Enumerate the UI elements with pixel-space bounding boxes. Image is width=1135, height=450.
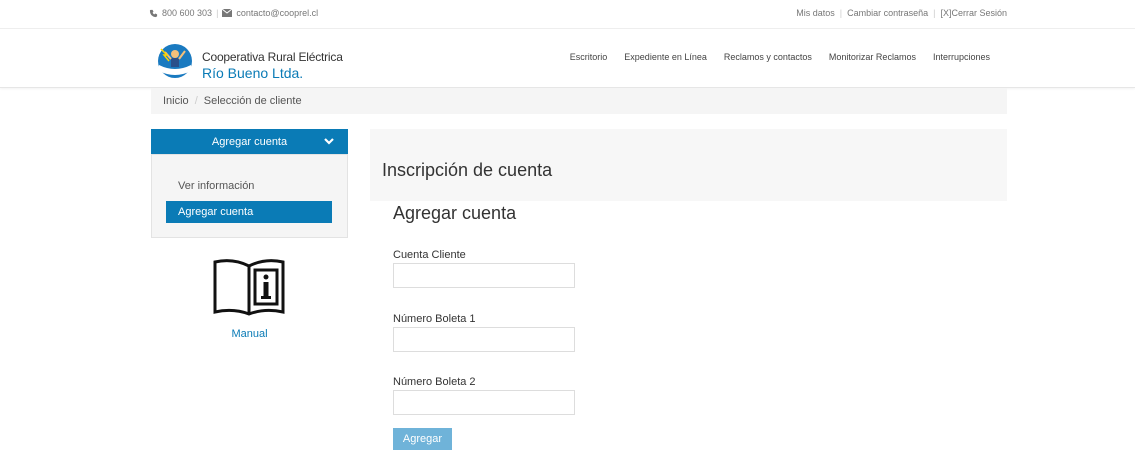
nav-reclamos-contactos[interactable]: Reclamos y contactos	[724, 52, 812, 62]
nav-expediente[interactable]: Expediente en Línea	[624, 52, 707, 62]
sidebar-item-agregar-cuenta[interactable]: Agregar cuenta	[166, 201, 332, 223]
envelope-icon	[222, 9, 233, 17]
nav-monitorizar-reclamos[interactable]: Monitorizar Reclamos	[829, 52, 916, 62]
main-nav: Escritorio Expediente en Línea Reclamos …	[570, 52, 990, 62]
breadcrumb-home[interactable]: Inicio	[163, 95, 189, 107]
book-info-icon[interactable]	[209, 256, 289, 320]
form-title: Agregar cuenta	[393, 203, 517, 223]
logout-link[interactable]: [X]Cerrar Sesión	[940, 8, 1007, 18]
sidebar-item-ver-informacion[interactable]: Ver información	[166, 175, 332, 197]
section-panel: Inscripción de cuenta	[370, 129, 1007, 201]
sidebar-menu: Ver información Agregar cuenta	[151, 154, 348, 238]
nav-interrupciones[interactable]: Interrupciones	[933, 52, 990, 62]
phone-number: 800 600 303	[162, 8, 213, 18]
brand-line-2: Río Bueno Ltda.	[202, 65, 304, 81]
breadcrumb-current: Selección de cliente	[203, 95, 302, 107]
numero-boleta-1-input[interactable]	[393, 327, 575, 352]
header: Cooperativa Rural Eléctrica Río Bueno Lt…	[0, 29, 1135, 88]
numero-boleta-2-label: Número Boleta 2	[393, 376, 476, 388]
change-password-link[interactable]: Cambiar contraseña	[847, 8, 928, 18]
numero-boleta-1-label: Número Boleta 1	[393, 313, 476, 325]
my-data-link[interactable]: Mis datos	[796, 8, 835, 18]
manual-link[interactable]: Manual	[151, 328, 348, 340]
cuenta-cliente-input[interactable]	[393, 263, 575, 288]
sidebar-header-label: Agregar cuenta	[211, 135, 288, 148]
breadcrumb: Inicio / Selección de cliente	[151, 88, 1007, 114]
cuenta-cliente-label: Cuenta Cliente	[393, 249, 466, 261]
brand: Cooperativa Rural Eléctrica Río Bueno Lt…	[202, 50, 343, 81]
chevron-down-icon	[324, 138, 334, 145]
sidebar-header[interactable]: Agregar cuenta	[151, 129, 348, 154]
numero-boleta-2-input[interactable]	[393, 390, 575, 415]
account-links: Mis datos | Cambiar contraseña | [X]Cerr…	[796, 8, 1007, 18]
contact-info: 800 600 303 | contacto@cooprel.cl	[149, 8, 318, 18]
top-bar: 800 600 303 | contacto@cooprel.cl Mis da…	[0, 0, 1135, 29]
phone-icon	[149, 9, 158, 17]
nav-escritorio[interactable]: Escritorio	[570, 52, 608, 62]
email-link[interactable]: contacto@cooprel.cl	[236, 8, 318, 18]
brand-line-1: Cooperativa Rural Eléctrica	[202, 50, 343, 64]
agregar-button[interactable]: Agregar	[393, 428, 452, 450]
cooperative-logo[interactable]	[155, 43, 195, 79]
panel-title: Inscripción de cuenta	[382, 160, 553, 180]
